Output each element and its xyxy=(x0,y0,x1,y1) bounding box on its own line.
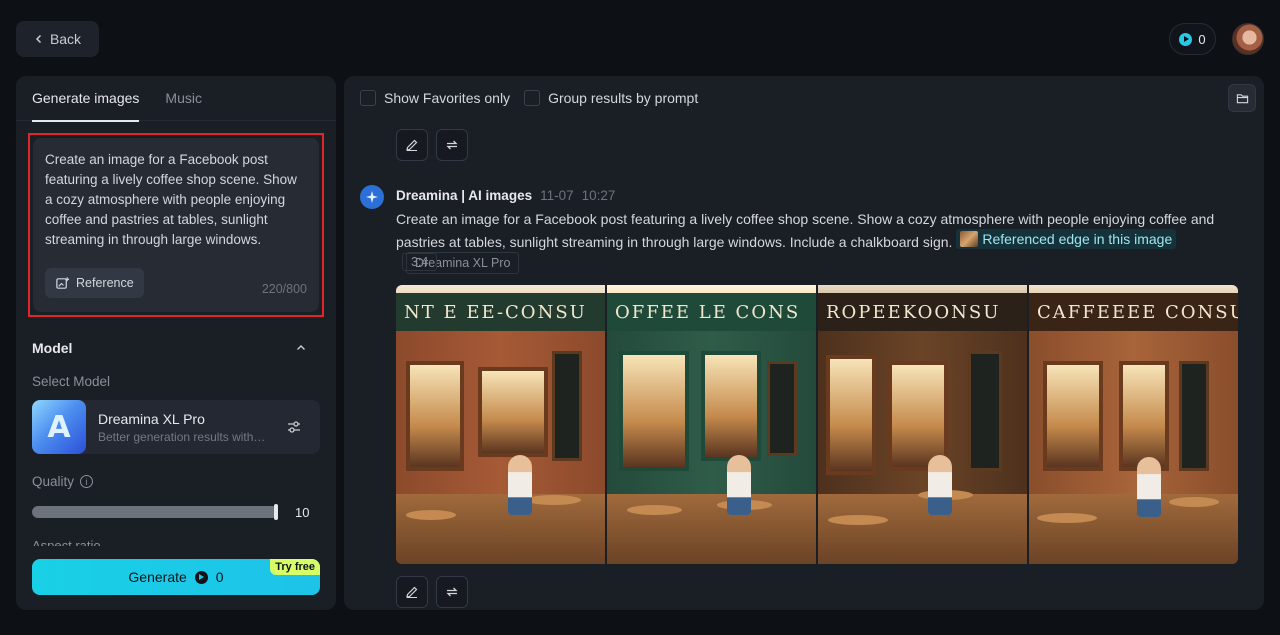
message-time: 10:27 xyxy=(581,188,616,203)
tab-music[interactable]: Music xyxy=(165,76,202,121)
message-prompt: Create an image for a Facebook post feat… xyxy=(396,209,1246,274)
model-selector[interactable]: A Dreamina XL Pro Better generation resu… xyxy=(32,400,320,454)
pencil-icon xyxy=(406,139,418,151)
generated-image-2[interactable]: OFFEE LE CONS xyxy=(607,285,816,564)
model-thumb-letter: A xyxy=(47,409,71,445)
prompt-input[interactable]: Create an image for a Facebook post feat… xyxy=(33,138,319,312)
tab-generate-images[interactable]: Generate images xyxy=(32,76,140,122)
generate-label: Generate xyxy=(128,569,187,585)
image-2-sign: OFFEE LE CONS xyxy=(607,293,816,331)
reference-label: Reference xyxy=(76,276,134,290)
quality-label: Quality i xyxy=(32,474,94,489)
generated-image-1[interactable]: NT E EE-CONSU xyxy=(396,285,605,564)
credit-coin-icon xyxy=(1179,32,1193,46)
model-name: Dreamina XL Pro xyxy=(98,410,205,427)
quality-label-text: Quality xyxy=(32,474,75,489)
prompt-highlight: Create an image for a Facebook post feat… xyxy=(28,133,324,317)
generate-cost: 0 xyxy=(215,569,224,585)
results-panel: Show Favorites only Group results by pro… xyxy=(344,76,1264,610)
model-section-title: Model xyxy=(32,340,73,356)
favorites-label: Show Favorites only xyxy=(384,90,511,106)
aspect-ratio-label: Aspect ratio xyxy=(32,538,101,546)
try-free-badge: Try free xyxy=(270,559,320,575)
generated-image-3[interactable]: ROPEEKOONSU xyxy=(818,285,1027,564)
group-checkbox[interactable] xyxy=(524,90,541,106)
quality-value: 10 xyxy=(295,505,310,520)
folder-button[interactable] xyxy=(1228,84,1256,112)
message-date: 11-07 xyxy=(540,188,574,203)
model-thumbnail: A xyxy=(32,400,86,454)
info-icon[interactable]: i xyxy=(80,475,94,488)
message-sender: Dreamina | AI images xyxy=(396,188,533,203)
image-3-sign: ROPEEKOONSU xyxy=(818,293,1027,331)
add-image-icon xyxy=(56,276,70,289)
ratio-tag: 3:4 xyxy=(402,253,438,271)
generated-image-4[interactable]: CAFFEEEE CONSU xyxy=(1029,285,1238,564)
reference-chip-label: Referenced edge in this image xyxy=(982,231,1173,247)
pencil-icon xyxy=(406,586,418,598)
back-button[interactable]: Back xyxy=(16,21,99,57)
char-count: 220/800 xyxy=(261,282,307,296)
select-model-label: Select Model xyxy=(32,374,111,389)
chevron-left-icon xyxy=(35,34,41,44)
regenerate-button-top[interactable] xyxy=(436,129,468,161)
credits-indicator[interactable]: 0 xyxy=(1169,23,1216,55)
edit-button-bottom[interactable] xyxy=(396,576,428,608)
credits-count: 0 xyxy=(1198,31,1206,47)
quality-slider[interactable] xyxy=(32,506,278,518)
reference-button[interactable]: Reference xyxy=(45,268,144,298)
quality-slider-handle[interactable] xyxy=(274,504,278,520)
dreamina-logo-icon xyxy=(360,185,384,209)
credit-coin-icon xyxy=(194,570,208,584)
chevron-up-icon[interactable] xyxy=(295,342,307,354)
favorites-filter[interactable]: Show Favorites only xyxy=(360,90,510,106)
results-toolbar: Show Favorites only Group results by pro… xyxy=(360,90,698,106)
prompt-text[interactable]: Create an image for a Facebook post feat… xyxy=(45,150,307,254)
generate-button[interactable]: Generate 0 Try free xyxy=(32,559,320,595)
generation-panel: Generate images Music Create an image fo… xyxy=(16,76,336,610)
reference-chip[interactable]: Referenced edge in this image xyxy=(956,229,1177,249)
reference-thumbnail xyxy=(960,231,979,247)
repeat-icon xyxy=(446,140,458,150)
image-4-sign: CAFFEEEE CONSU xyxy=(1029,293,1238,331)
group-by-prompt[interactable]: Group results by prompt xyxy=(524,90,698,106)
message-header: Dreamina | AI images 11-07 10:27 xyxy=(396,188,615,203)
model-description: Better generation results with profound … xyxy=(98,429,268,444)
repeat-icon xyxy=(446,587,458,597)
edit-button-top[interactable] xyxy=(396,129,428,161)
group-label: Group results by prompt xyxy=(548,90,699,106)
user-avatar[interactable] xyxy=(1232,23,1264,55)
image-gallery: NT E EE-CONSU OFFEE LE CONS ROPEEKOONSU … xyxy=(396,285,1238,564)
panel-tabs: Generate images Music xyxy=(16,76,336,122)
model-info: Dreamina XL Pro Better generation result… xyxy=(98,411,286,444)
regenerate-button-bottom[interactable] xyxy=(436,576,468,608)
back-label: Back xyxy=(49,31,82,47)
favorites-checkbox[interactable] xyxy=(360,90,376,106)
sliders-icon[interactable] xyxy=(286,419,302,435)
image-1-sign: NT E EE-CONSU xyxy=(396,293,605,331)
folder-icon xyxy=(1236,93,1248,103)
